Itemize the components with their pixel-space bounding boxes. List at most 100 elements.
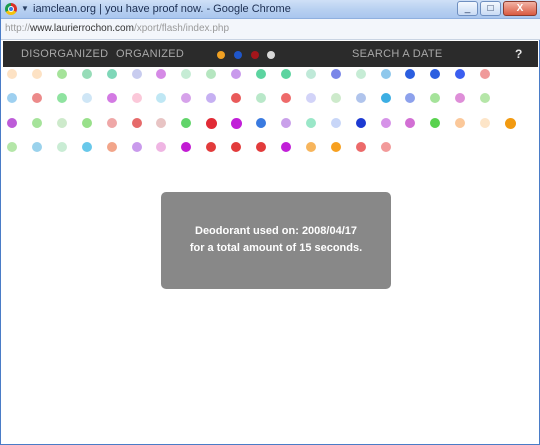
usage-dot[interactable] [430,118,441,128]
usage-dot[interactable] [430,69,441,79]
usage-dot[interactable] [380,118,391,128]
usage-dot[interactable] [56,69,67,79]
usage-dot[interactable] [156,69,167,79]
usage-dot[interactable] [305,69,316,79]
usage-dot[interactable] [156,118,167,128]
title-bar: ▼ iamclean.org | you have proof now. - G… [1,0,540,19]
usage-dot[interactable] [131,118,142,128]
url-text[interactable]: http://www.laurierrochon.com/xport/flash… [5,23,229,34]
usage-dot[interactable] [305,142,316,152]
usage-dot[interactable] [405,93,416,103]
usage-dot[interactable] [355,142,366,152]
swatch-orange[interactable] [217,51,225,59]
usage-dot[interactable] [7,69,17,79]
usage-dot[interactable] [106,142,117,152]
swatch-gray[interactable] [267,51,275,59]
usage-dots [1,67,540,167]
close-button[interactable]: X [503,1,537,16]
usage-dot[interactable] [31,118,42,128]
usage-dot[interactable] [280,118,291,128]
usage-dot[interactable] [305,118,316,128]
usage-dot[interactable] [480,118,491,128]
url-prefix: http:// [5,23,31,34]
usage-dot[interactable] [7,93,17,103]
site-nav: DISORGANIZED ORGANIZED SEARCH A DATE ? [3,41,538,67]
usage-dot[interactable] [330,142,341,152]
usage-dot[interactable] [56,142,67,152]
usage-dot[interactable] [56,93,67,103]
usage-dot[interactable] [31,142,42,152]
minimize-button[interactable]: _ [457,1,478,16]
usage-dot[interactable] [56,118,67,128]
usage-dot[interactable] [504,117,516,129]
usage-dot[interactable] [131,142,142,152]
usage-dot[interactable] [206,93,217,103]
usage-dot[interactable] [280,93,291,103]
usage-dot[interactable] [330,69,341,79]
usage-dot[interactable] [380,93,391,103]
usage-dot[interactable] [205,117,217,129]
usage-dot[interactable] [380,142,391,152]
usage-dot[interactable] [156,142,167,152]
usage-dot[interactable] [231,69,242,79]
help-icon[interactable]: ? [515,47,522,61]
chrome-icon[interactable] [5,3,17,15]
usage-dot[interactable] [131,93,142,103]
usage-dot[interactable] [31,93,42,103]
usage-dot[interactable] [380,69,391,79]
usage-dot[interactable] [405,69,416,79]
swatch-blue[interactable] [234,51,242,59]
usage-dot[interactable] [7,118,17,128]
usage-dot[interactable] [181,142,192,152]
nav-organized[interactable]: ORGANIZED [116,48,184,60]
usage-dot[interactable] [181,69,192,79]
usage-dot[interactable] [405,118,416,128]
usage-dot[interactable] [280,142,291,152]
usage-dot[interactable] [305,93,316,103]
usage-dot[interactable] [231,142,242,152]
browser-window: ▼ iamclean.org | you have proof now. - G… [0,0,540,445]
usage-dot[interactable] [355,69,366,79]
usage-dot[interactable] [355,118,366,128]
nav-disorganized[interactable]: DISORGANIZED [21,48,108,60]
usage-dot[interactable] [230,117,242,129]
usage-dot[interactable] [455,69,466,79]
usage-dot[interactable] [81,69,92,79]
usage-dot[interactable] [106,69,117,79]
swatch-red[interactable] [251,51,259,59]
usage-dot[interactable] [7,142,17,152]
usage-dot[interactable] [106,118,117,128]
usage-dot[interactable] [231,93,242,103]
usage-dot[interactable] [430,93,441,103]
usage-tooltip: Deodorant used on: 2008/04/17 for a tota… [161,192,391,289]
usage-dot[interactable] [81,142,92,152]
usage-dot[interactable] [355,93,366,103]
usage-dot[interactable] [480,93,491,103]
usage-dot[interactable] [31,69,42,79]
usage-date-text: Deodorant used on: 2008/04/17 [195,225,357,237]
usage-dot[interactable] [256,142,266,152]
usage-dot[interactable] [330,93,341,103]
search-date-link[interactable]: SEARCH A DATE [352,48,443,60]
usage-dot[interactable] [181,118,192,128]
usage-dot[interactable] [330,118,341,128]
usage-dot[interactable] [280,69,291,79]
usage-dot[interactable] [206,69,217,79]
usage-dot[interactable] [480,69,491,79]
usage-dot[interactable] [455,118,466,128]
usage-dot[interactable] [181,93,192,103]
usage-dot[interactable] [131,69,142,79]
usage-dot[interactable] [256,118,266,128]
url-host: www.laurierrochon.com [30,23,134,34]
usage-dot[interactable] [81,93,92,103]
usage-dot[interactable] [106,93,117,103]
usage-dot[interactable] [455,93,466,103]
address-bar[interactable]: http://www.laurierrochon.com/xport/flash… [1,19,540,40]
maximize-button[interactable]: □ [480,1,501,16]
usage-dot[interactable] [256,93,266,103]
chevron-down-icon[interactable]: ▼ [21,4,29,13]
usage-dot[interactable] [81,118,92,128]
usage-dot[interactable] [206,142,217,152]
usage-dot[interactable] [256,69,266,79]
usage-dot[interactable] [156,93,167,103]
